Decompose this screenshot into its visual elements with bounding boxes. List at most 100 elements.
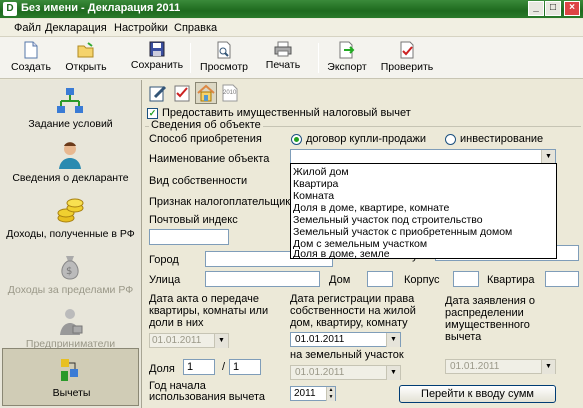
share-denominator-input[interactable]: 1 (229, 359, 261, 375)
subtab-edit[interactable] (147, 82, 169, 104)
subtab-checklist[interactable] (171, 82, 193, 104)
subtab-toolbar: 2010 (143, 80, 583, 106)
provide-deduction-label: Предоставить имущественный налоговый выч… (162, 107, 411, 119)
spinner-arrows-icon[interactable]: ▲ ▼ (326, 387, 335, 401)
registration-date-picker[interactable]: 01.01.2011 ▼ (290, 332, 401, 347)
postal-index-input[interactable] (149, 229, 229, 245)
start-year-label: Год начала использования вычета (149, 380, 265, 403)
house-label: Дом (329, 274, 351, 286)
sidebar-item-deductions[interactable]: Вычеты (2, 348, 139, 406)
dropdown-option[interactable]: Квартира (293, 178, 338, 190)
floppy-disk-icon (149, 41, 165, 57)
street-input[interactable] (205, 271, 320, 287)
land-date-picker[interactable]: 01.01.2011 ▼ (290, 365, 401, 380)
sidebar-item-income-abroad[interactable]: $ Доходы за пределами РФ (2, 248, 139, 310)
coins-icon (57, 198, 84, 223)
city-label: Город (149, 254, 179, 266)
printer-icon (274, 41, 292, 57)
chevron-down-icon[interactable]: ▼ (541, 360, 555, 374)
share-label: Доля (149, 363, 175, 375)
check-document-icon (400, 41, 414, 59)
title-bar: D Без имени - Декларация 2011 _ □ × (0, 0, 583, 18)
toolbar-separator (190, 43, 191, 73)
sidebar-item-income-rf[interactable]: Доходы, полученные в РФ (2, 192, 139, 254)
act-date-label: Дата акта о передаче квартиры, комнаты и… (149, 293, 269, 329)
distribution-date-label: Дата заявления о распределении имуществе… (445, 295, 536, 343)
act-date-picker[interactable]: 01.01.2011 ▼ (149, 333, 229, 348)
house-input[interactable] (367, 271, 393, 287)
provide-deduction-checkbox[interactable]: ✓ (147, 108, 158, 119)
radio-investment-label: инвестирование (460, 133, 544, 145)
minimize-button[interactable]: _ (528, 1, 544, 16)
dropdown-option[interactable]: Доля в доме, земле (293, 248, 390, 260)
save-button[interactable]: Сохранить (130, 41, 184, 77)
chevron-down-icon[interactable]: ▼ (214, 334, 228, 348)
postal-index-label: Почтовый индекс (149, 214, 238, 226)
group-title: Сведения об объекте (149, 119, 263, 131)
go-to-sums-button[interactable]: Перейти к вводу сумм (399, 385, 556, 403)
object-name-label: Наименование объекта (149, 153, 270, 165)
menu-help[interactable]: Справка (174, 22, 217, 34)
app-icon: D (3, 2, 17, 16)
object-name-dropdown-list: Жилой дом Квартира Комната Доля в доме, … (290, 163, 557, 260)
close-button[interactable]: × (564, 1, 580, 16)
street-label: Улица (149, 274, 181, 286)
land-label: на земельный участок (290, 349, 404, 361)
subtab-year[interactable]: 2010 (219, 82, 241, 104)
apartment-label: Квартира (487, 274, 535, 286)
folder-open-icon (77, 42, 94, 58)
create-button[interactable]: Создать (10, 41, 52, 77)
object-name-select[interactable]: ▼ (290, 149, 556, 164)
acquisition-method-label: Способ приобретения (149, 133, 262, 145)
new-document-icon (24, 41, 38, 59)
edit-form-icon (149, 85, 167, 102)
checklist-icon (174, 85, 190, 102)
subtab-property[interactable] (195, 82, 217, 104)
menu-declaration[interactable]: Декларация (45, 22, 107, 34)
export-button[interactable]: Экспорт (324, 41, 370, 77)
sidebar-item-declarant[interactable]: Сведения о декларанте (2, 136, 139, 198)
money-bag-icon: $ (61, 256, 79, 280)
apartment-input[interactable] (545, 271, 579, 287)
radio-purchase[interactable] (291, 134, 302, 145)
house-icon (197, 84, 215, 102)
dropdown-option[interactable]: Комната (293, 190, 334, 202)
sidebar-item-conditions[interactable]: Задание условий (2, 82, 139, 144)
chevron-down-icon[interactable]: ▼ (386, 366, 400, 380)
maximize-button[interactable]: □ (545, 1, 561, 16)
businessman-icon (60, 309, 83, 335)
distribution-date-picker[interactable]: 01.01.2011 ▼ (445, 359, 556, 374)
chevron-down-icon[interactable]: ▼ (541, 150, 555, 164)
ownership-label: Вид собственности (149, 175, 248, 187)
share-slash: / (222, 361, 226, 373)
dropdown-option[interactable]: Жилой дом (293, 166, 349, 178)
registration-date-label: Дата регистрации права собственности на … (290, 293, 416, 329)
person-icon (59, 142, 81, 169)
preview-icon (217, 41, 231, 59)
chevron-down-icon[interactable]: ▼ (386, 333, 400, 347)
building-input[interactable] (453, 271, 479, 287)
window-title: Без имени - Декларация 2011 (21, 2, 181, 14)
radio-purchase-label: договор купли-продажи (306, 133, 427, 145)
menu-settings[interactable]: Настройки (114, 22, 168, 34)
share-numerator-input[interactable]: 1 (183, 359, 215, 375)
network-icon (57, 88, 83, 113)
taxpayer-sign-label: Признак налогоплательщика (149, 196, 297, 208)
dropdown-option[interactable]: Доля в доме, квартире, комнате (293, 202, 449, 214)
start-year-spinner[interactable]: 2011 ▲ ▼ (290, 386, 336, 401)
dropdown-option[interactable]: Земельный участок с приобретенным домом (293, 226, 512, 238)
export-icon (339, 41, 355, 59)
preview-button[interactable]: Просмотр (198, 41, 250, 77)
print-button[interactable]: Печать (262, 41, 304, 77)
open-button[interactable]: Открыть (62, 41, 110, 77)
toolbar-separator (318, 43, 319, 73)
menu-bar: Файл Декларация Настройки Справка (0, 19, 583, 37)
deductions-icon (61, 359, 78, 381)
menu-file[interactable]: Файл (14, 22, 41, 34)
verify-button[interactable]: Проверить (380, 41, 434, 77)
dropdown-option[interactable]: Земельный участок под строительство (293, 214, 483, 226)
toolbar: Создать Открыть Сохранить Просмотр Печат… (0, 37, 583, 79)
radio-investment[interactable] (445, 134, 456, 145)
building-label: Корпус (404, 274, 440, 286)
svg-text:$: $ (66, 266, 72, 277)
